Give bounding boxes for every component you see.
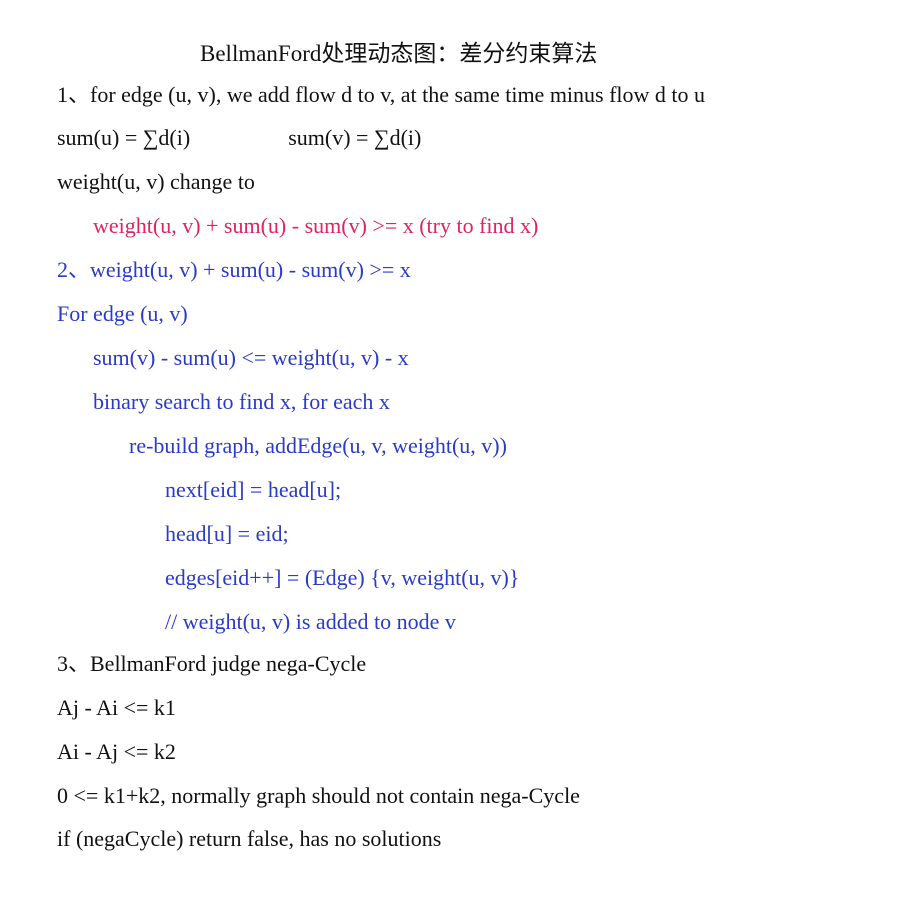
weight-change-text: weight(u, v) change to: [57, 169, 255, 194]
binary-search-text: binary search to find x, for each x: [93, 389, 390, 414]
rebuild-graph-text: re-build graph, addEdge(u, v, weight(u, …: [129, 433, 507, 458]
sum-u-formula: sum(u) = ∑d(i): [57, 125, 191, 150]
constraint-k2: Ai - Aj <= k2: [57, 739, 176, 764]
weight-constraint-highlight: weight(u, v) + sum(u) - sum(v) >= x (try…: [93, 213, 539, 238]
constraint-k1: Aj - Ai <= k1: [57, 695, 176, 720]
step-1-text: 1、for edge (u, v), we add flow d to v, a…: [57, 82, 706, 107]
cycle-condition-text: 0 <= k1+k2, normally graph should not co…: [57, 783, 580, 808]
sum-v-formula: sum(v) = ∑d(i): [288, 125, 422, 150]
return-false-text: if (negaCycle) return false, has no solu…: [57, 826, 442, 851]
step-3-text: 3、BellmanFord judge nega-Cycle: [57, 651, 367, 676]
for-edge-text: For edge (u, v): [57, 301, 188, 326]
code-edges-line: edges[eid++] = (Edge) {v, weight(u, v)}: [165, 565, 520, 590]
code-comment-line: // weight(u, v) is added to node v: [165, 609, 456, 634]
code-head-line: head[u] = eid;: [165, 521, 289, 546]
sum-formulas: sum(u) = ∑d(i) sum(v) = ∑d(i): [57, 123, 421, 153]
code-next-line: next[eid] = head[u];: [165, 477, 342, 502]
page-title: BellmanFord处理动态图：差分约束算法: [200, 41, 598, 66]
step-2-text: 2、weight(u, v) + sum(u) - sum(v) >= x: [57, 257, 411, 282]
inequality-text: sum(v) - sum(u) <= weight(u, v) - x: [93, 345, 409, 370]
document-page: BellmanFord处理动态图：差分约束算法 1、for edge (u, v…: [0, 0, 900, 900]
